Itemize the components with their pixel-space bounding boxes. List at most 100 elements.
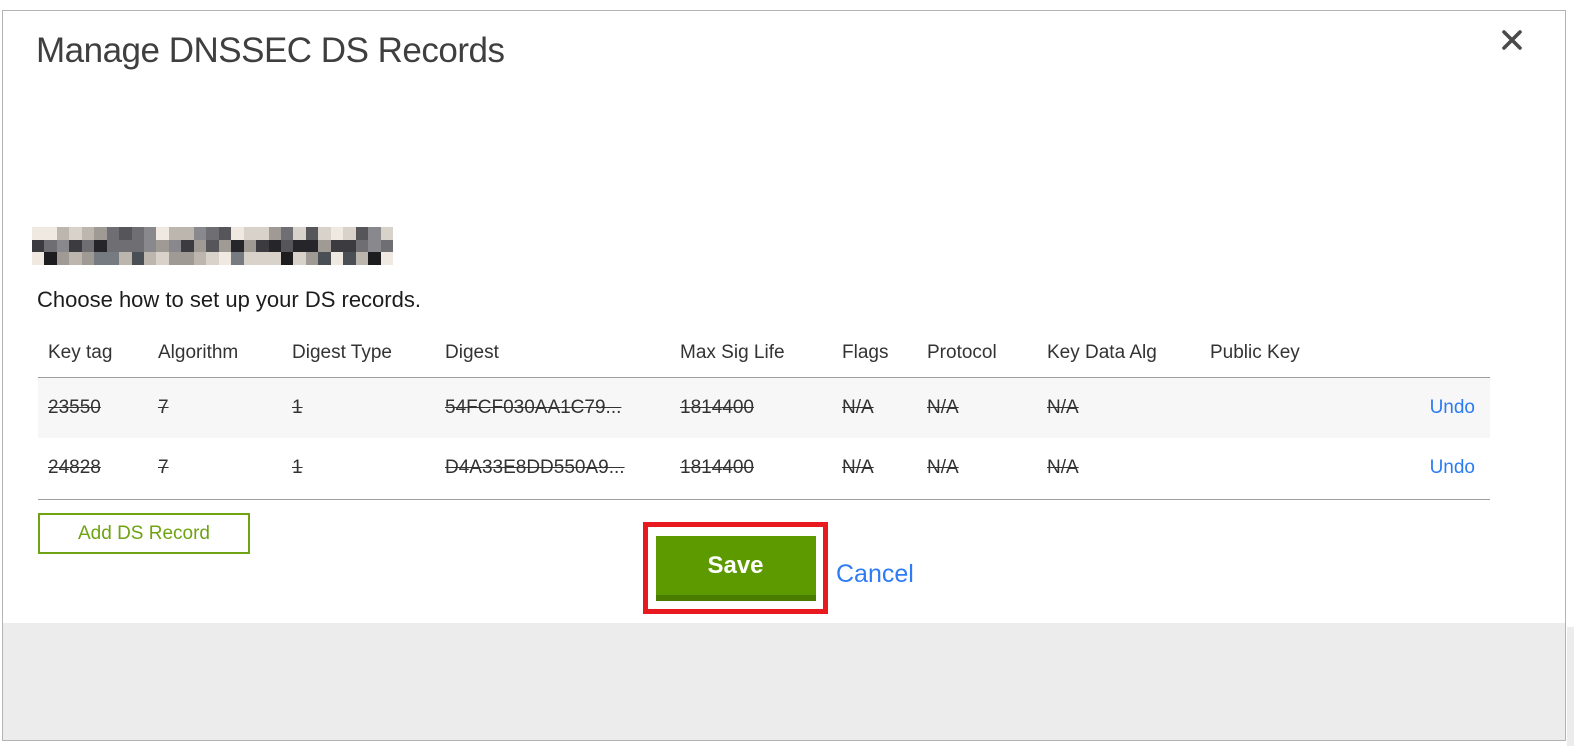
dialog-footer: Save Cancel	[3, 522, 1565, 740]
redaction-pixel	[94, 227, 107, 240]
redaction-pixel	[69, 252, 82, 265]
cancel-link[interactable]: Cancel	[836, 560, 914, 589]
redaction-pixel	[94, 239, 107, 253]
redaction-pixel	[44, 252, 57, 265]
cell-digest-type: 1	[292, 396, 303, 418]
redaction-pixel	[318, 252, 331, 265]
redaction-pixel	[56, 252, 70, 265]
cell-algorithm: 7	[158, 396, 169, 418]
redaction-pixel	[106, 252, 120, 265]
redaction-pixel	[168, 239, 182, 253]
redaction-pixel	[44, 239, 57, 253]
redaction-pixel	[181, 227, 194, 240]
col-header-digest-type: Digest Type	[292, 342, 392, 364]
redaction-pixel	[193, 227, 207, 240]
ds-record-row: 24828 7 1 D4A33E8DD550A9... 1814400 N/A …	[38, 438, 1490, 499]
col-header-actions	[1397, 330, 1490, 377]
redaction-pixel	[268, 252, 281, 265]
redaction-pixel	[144, 227, 157, 240]
redaction-pixel	[206, 227, 219, 240]
redaction-pixel	[131, 227, 145, 240]
redaction-pixel	[293, 227, 306, 240]
redaction-pixel	[330, 227, 344, 240]
redaction-pixel	[119, 227, 132, 240]
dialog-title: Manage DNSSEC DS Records	[36, 31, 505, 70]
redaction-pixel	[32, 227, 45, 240]
redaction-pixel	[56, 227, 70, 240]
redaction-pixel	[168, 227, 182, 240]
redaction-pixel	[231, 227, 244, 240]
undo-link[interactable]: Undo	[1430, 457, 1475, 478]
cell-digest: D4A33E8DD550A9...	[445, 457, 625, 479]
redaction-pixel	[81, 227, 95, 240]
redaction-pixel	[181, 252, 194, 265]
cell-public-key	[1210, 377, 1397, 438]
redaction-pixel	[193, 252, 207, 265]
redaction-pixel	[268, 227, 281, 240]
cell-public-key	[1210, 438, 1397, 499]
cell-flags: N/A	[842, 396, 874, 418]
redaction-pixel	[256, 227, 269, 240]
redaction-pixel	[218, 227, 232, 240]
undo-link[interactable]: Undo	[1430, 397, 1475, 418]
redaction-pixel	[119, 252, 132, 265]
redaction-pixel	[380, 227, 393, 240]
redaction-pixel	[355, 252, 369, 265]
redaction-pixel	[368, 227, 381, 240]
redaction-pixel	[81, 252, 95, 265]
redaction-pixel	[368, 239, 381, 253]
redaction-pixel	[380, 252, 393, 265]
cell-protocol: N/A	[927, 457, 959, 479]
redaction-pixel	[119, 239, 132, 253]
redaction-pixel	[280, 227, 294, 240]
setup-instructions: Choose how to set up your DS records.	[37, 287, 421, 312]
redaction-pixel	[193, 239, 207, 253]
redaction-pixel	[144, 239, 157, 253]
redaction-pixel	[69, 239, 82, 253]
redaction-pixel	[355, 227, 369, 240]
redaction-pixel	[268, 239, 281, 253]
manage-dnssec-dialog: Manage DNSSEC DS Records Choose how to s…	[2, 10, 1566, 741]
cell-protocol: N/A	[927, 396, 959, 418]
redaction-pixel	[256, 252, 269, 265]
col-header-algorithm: Algorithm	[158, 342, 239, 364]
cell-algorithm: 7	[158, 457, 169, 479]
cell-key-data-alg: N/A	[1047, 457, 1079, 479]
redaction-pixel	[305, 227, 319, 240]
redaction-pixel	[206, 252, 219, 265]
col-header-key-tag: Key tag	[48, 342, 113, 364]
ds-records-table: Key tag Algorithm Digest Type Digest Max…	[38, 330, 1490, 500]
redaction-pixel	[318, 227, 331, 240]
close-button[interactable]	[1497, 27, 1527, 57]
redaction-pixel	[243, 252, 257, 265]
redaction-pixel	[293, 252, 306, 265]
redaction-pixel	[330, 239, 344, 253]
redaction-pixel	[131, 252, 145, 265]
redaction-pixel	[368, 252, 381, 265]
redaction-pixel	[243, 227, 257, 240]
redaction-pixel	[280, 239, 294, 253]
cell-flags: N/A	[842, 457, 874, 479]
redaction-pixel	[380, 239, 393, 253]
save-highlight-annotation: Save	[643, 522, 828, 614]
redaction-pixel	[293, 239, 306, 253]
redaction-pixel	[156, 239, 169, 253]
redaction-pixel	[218, 252, 232, 265]
col-header-key-data-alg: Key Data Alg	[1047, 342, 1157, 364]
save-button[interactable]: Save	[655, 535, 816, 601]
redaction-pixel	[343, 239, 356, 253]
redaction-pixel	[32, 252, 45, 265]
redaction-pixel	[32, 239, 45, 253]
cell-max-sig-life: 1814400	[680, 457, 754, 479]
cell-digest-type: 1	[292, 457, 303, 479]
col-header-protocol: Protocol	[927, 342, 997, 364]
redaction-pixel	[69, 227, 82, 240]
redaction-pixel	[280, 252, 294, 265]
redaction-pixel	[318, 239, 331, 253]
col-header-public-key: Public Key	[1210, 342, 1300, 364]
cell-key-tag: 23550	[48, 396, 101, 418]
add-ds-record-button[interactable]: Add DS Record	[38, 513, 250, 554]
redaction-pixel	[44, 227, 57, 240]
redacted-domain-name	[32, 227, 393, 265]
table-header-row: Key tag Algorithm Digest Type Digest Max…	[38, 330, 1490, 377]
